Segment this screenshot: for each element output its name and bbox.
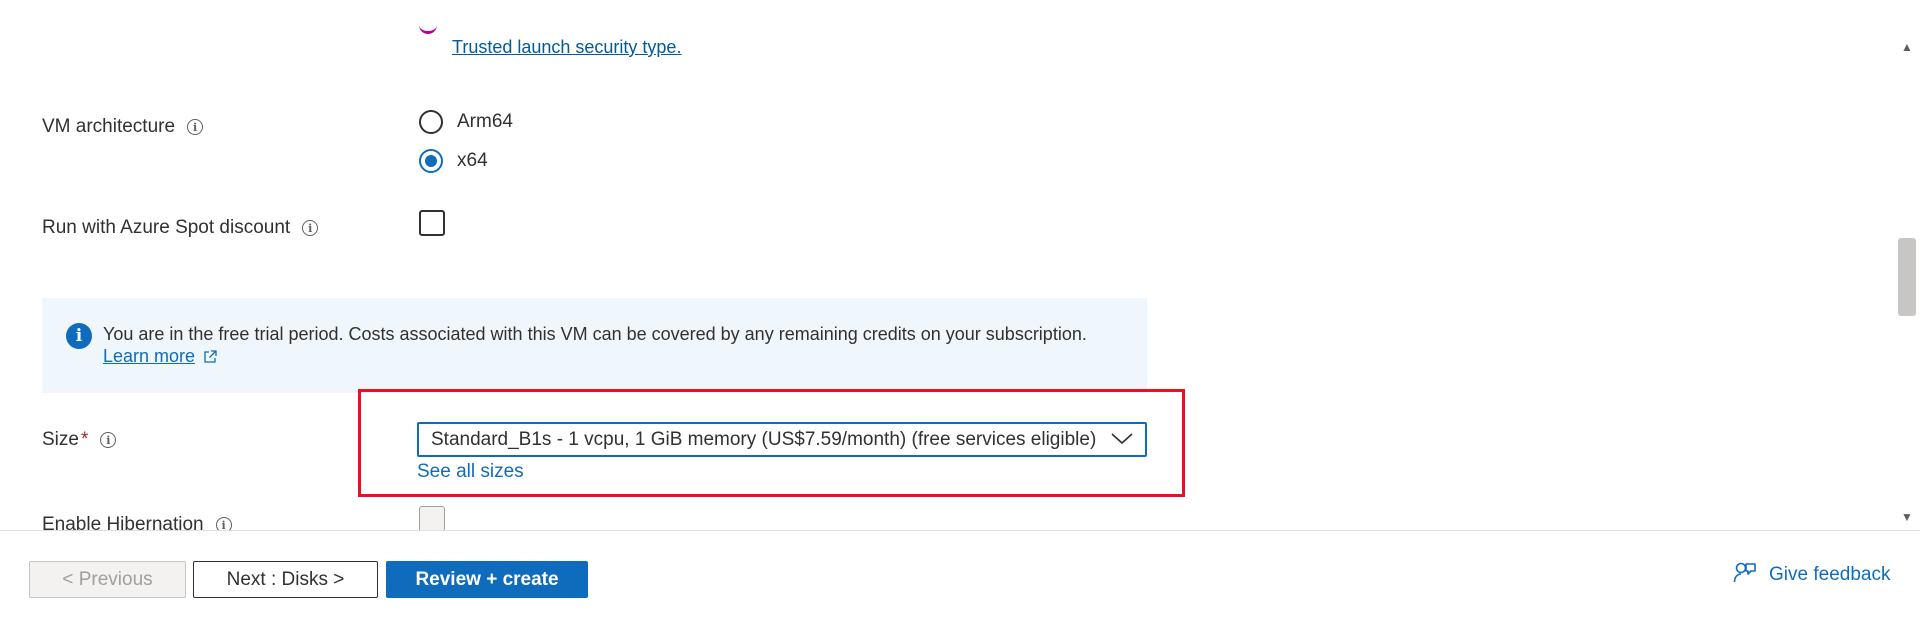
chevron-down-icon [1111,429,1133,451]
hibernation-label-row: Enable Hibernation i [42,514,232,530]
scroll-up-icon[interactable]: ▲ [1900,40,1914,54]
trusted-launch-link[interactable]: Trusted launch security type. [452,37,681,58]
review-create-button[interactable]: Review + create [386,561,588,598]
size-dropdown-value: Standard_B1s - 1 vcpu, 1 GiB memory (US$… [431,428,1097,450]
next-disks-button[interactable]: Next : Disks > [193,561,378,598]
learn-more-link-row[interactable]: Learn more [103,346,217,367]
size-dropdown[interactable]: Standard_B1s - 1 vcpu, 1 GiB memory (US$… [417,422,1147,457]
security-icon-partial [419,22,437,34]
hibernation-label: Enable Hibernation [42,514,204,530]
info-icon[interactable]: i [302,220,319,236]
spot-discount-checkbox[interactable] [419,210,445,236]
info-icon[interactable]: i [215,517,232,530]
radio-selected-dot [425,155,437,167]
give-feedback-link[interactable]: Give feedback [1733,561,1890,589]
free-trial-message: You are in the free trial period. Costs … [103,324,1087,344]
size-label: Size [42,429,79,450]
see-all-sizes-link[interactable]: See all sizes [417,461,524,483]
radio-x64[interactable] [419,149,443,173]
scroll-down-icon[interactable]: ▼ [1900,510,1914,524]
info-icon[interactable]: i [100,432,117,448]
info-icon[interactable]: i [187,119,204,135]
radio-arm64[interactable] [419,110,443,134]
scrollbar-thumb[interactable] [1898,238,1916,316]
spot-discount-label-row: Run with Azure Spot discount i [42,217,319,239]
size-label-row: Size * i [42,429,117,451]
hibernation-checkbox[interactable] [419,506,445,530]
feedback-icon [1733,560,1757,590]
radio-arm64-label[interactable]: Arm64 [457,111,513,133]
learn-more-link[interactable]: Learn more [103,346,195,367]
form-scroll-region: Trusted launch security type. VM archite… [0,0,1920,530]
external-link-icon [203,349,217,364]
radio-x64-label[interactable]: x64 [457,150,488,172]
vm-architecture-label: VM architecture [42,116,176,137]
info-filled-icon: i [66,323,92,349]
vm-architecture-label-row: VM architecture i [42,116,204,138]
previous-button[interactable]: < Previous [29,561,186,598]
spot-discount-label: Run with Azure Spot discount [42,217,291,238]
required-marker: * [80,429,89,450]
size-label-wrap: Size * [42,429,88,451]
give-feedback-label[interactable]: Give feedback [1769,564,1890,586]
